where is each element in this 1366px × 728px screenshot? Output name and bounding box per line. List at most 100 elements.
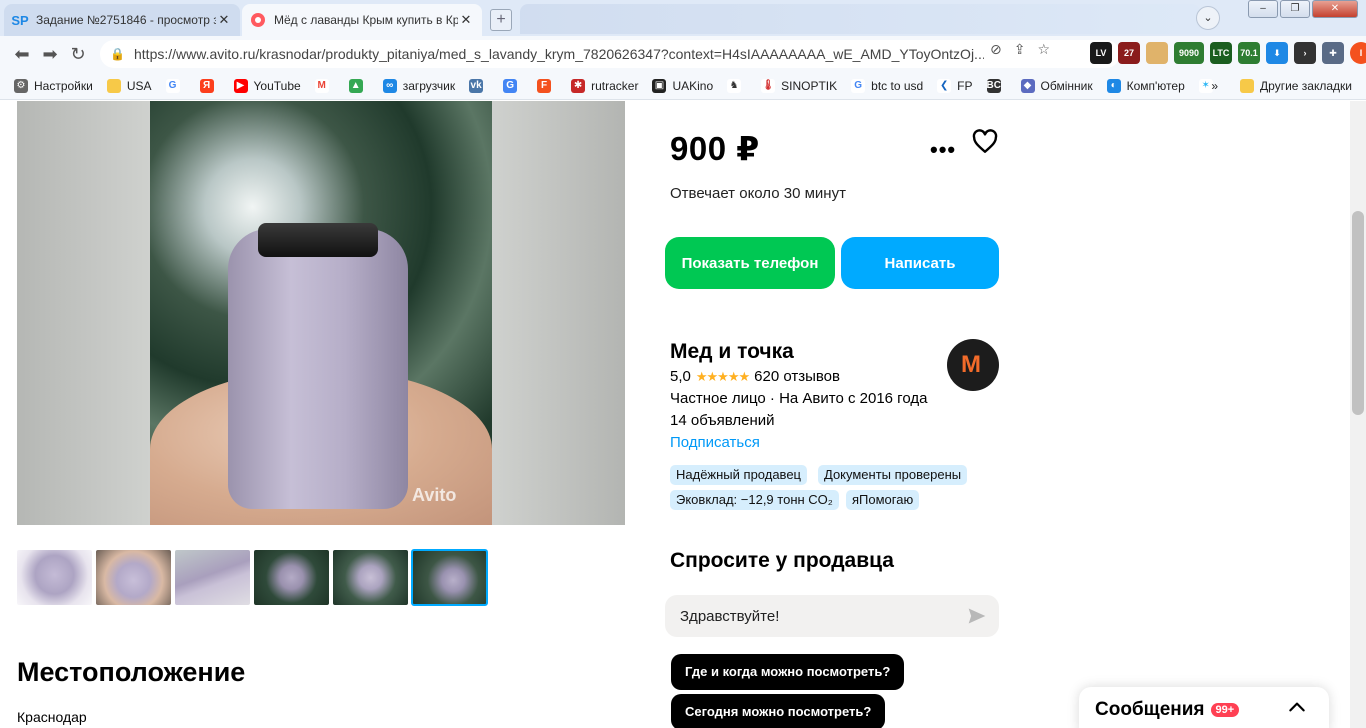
close-tab-icon[interactable]: ✕: [216, 12, 232, 28]
bookmark-item[interactable]: Gbtc to usd: [851, 78, 923, 93]
chess-icon: ♞: [727, 78, 742, 93]
location-heading: Местоположение: [17, 657, 246, 687]
thumbnail[interactable]: [254, 550, 329, 605]
seller-name[interactable]: Мед и точка: [670, 340, 794, 364]
close-tab-icon[interactable]: ✕: [458, 12, 474, 28]
bookmark-item[interactable]: vk: [469, 78, 489, 93]
back-arrow-icon[interactable]: ⬅: [8, 44, 36, 65]
listing-price: 900 ₽: [670, 130, 760, 167]
bookmark-item[interactable]: ▲: [348, 78, 369, 93]
download-icon[interactable]: ⬇: [1266, 42, 1288, 64]
bookmark-item[interactable]: F: [537, 78, 557, 93]
other-bookmarks[interactable]: Другие закладки: [1260, 79, 1352, 93]
extensions-area: LV 27 9090 LTC 70.1 ⬇ › ✚ I ⋮: [1090, 42, 1366, 64]
bookmark-item[interactable]: ◐ Комп'ютер: [1106, 78, 1185, 93]
share-icon[interactable]: ⇪: [1014, 41, 1026, 58]
extension-ltc-price-icon[interactable]: 70.1: [1238, 42, 1260, 64]
extension-27-icon[interactable]: 27: [1118, 42, 1140, 64]
forward-arrow-icon[interactable]: ➡: [36, 44, 64, 65]
rutracker-icon: ✱: [571, 78, 586, 93]
bookmark-item[interactable]: ♞: [727, 78, 747, 93]
lock-icon[interactable]: 🔒: [110, 47, 128, 61]
seller-ads-count[interactable]: 14 объявлений: [670, 412, 775, 429]
bookmark-item[interactable]: ◆ Обмінник: [1020, 78, 1093, 93]
thumbnail[interactable]: [96, 550, 171, 605]
bookmark-item[interactable]: ▣ UAKino: [652, 78, 713, 93]
bookmark-item[interactable]: M: [314, 78, 335, 93]
puzzle-icon[interactable]: ✚: [1322, 42, 1344, 64]
terminal-icon[interactable]: ›: [1294, 42, 1316, 64]
subscribe-link[interactable]: Подписаться: [670, 434, 760, 451]
bookmark-item[interactable]: 🌡 SINOPTIK: [761, 78, 837, 93]
bookmark-item[interactable]: USA: [106, 78, 152, 93]
scrollbar-thumb[interactable]: [1352, 211, 1364, 415]
send-icon[interactable]: [967, 606, 987, 626]
show-phone-button[interactable]: Показать телефон: [665, 237, 835, 289]
bookmarks-overflow: » Другие закладки: [1211, 79, 1352, 93]
favorite-heart-icon[interactable]: [972, 129, 998, 155]
chevron-more-icon[interactable]: »: [1211, 79, 1218, 93]
avito-favicon-icon: [250, 12, 266, 28]
bookmark-item[interactable]: G: [165, 78, 186, 93]
photo-gallery[interactable]: Avito: [17, 101, 625, 525]
badge-documents-verified[interactable]: Документы проверены: [818, 465, 968, 485]
fp-icon: ❮: [937, 78, 952, 93]
browser-tab-active[interactable]: Мёд с лаванды Крым купить в Кр ✕: [242, 4, 482, 36]
blocked-icon[interactable]: ⊘: [990, 41, 1002, 58]
extension-btc-icon[interactable]: 9090: [1174, 42, 1204, 64]
browser-tab[interactable]: SP Задание №2751846 - просмотр з ✕: [4, 4, 240, 36]
quick-question-chip[interactable]: Сегодня можно посмотреть?: [671, 694, 886, 728]
bookmark-item[interactable]: Я: [199, 78, 220, 93]
background-tabs: [520, 4, 1200, 34]
thumbnail[interactable]: [17, 550, 92, 605]
bookmark-item[interactable]: G: [503, 78, 523, 93]
minimize-icon[interactable]: –: [1248, 0, 1278, 18]
badge-reliable-seller[interactable]: Надёжный продавец: [670, 465, 807, 485]
extension-ltc-icon[interactable]: LTC: [1210, 42, 1232, 64]
close-window-icon[interactable]: ✕: [1312, 0, 1358, 18]
more-options-icon[interactable]: •••: [930, 137, 956, 163]
thumbnail-selected[interactable]: [411, 549, 488, 606]
maximize-icon[interactable]: ❐: [1280, 0, 1310, 18]
yandex-icon: Я: [199, 78, 214, 93]
seller-rating[interactable]: 5,0 ★★★★★ 620 отзывов: [670, 368, 840, 385]
quick-question-chip[interactable]: Где и когда можно посмотреть?: [671, 654, 905, 690]
badge-i-help[interactable]: яПомогаю: [846, 490, 920, 510]
reviews-count[interactable]: 620 отзывов: [754, 368, 840, 385]
bookmark-star-icon[interactable]: ☆: [1037, 41, 1050, 58]
chevron-up-icon[interactable]: [1287, 697, 1307, 717]
bookmark-item[interactable]: ✱ rutracker: [571, 78, 638, 93]
bookmark-item[interactable]: ∞ загрузчик: [382, 78, 455, 93]
profile-avatar[interactable]: I: [1350, 42, 1366, 64]
write-message-button[interactable]: Написать: [841, 237, 999, 289]
thumbnail[interactable]: [175, 550, 250, 605]
bookmark-item[interactable]: ❮ FP: [937, 78, 973, 93]
new-tab-button[interactable]: +: [490, 9, 512, 31]
thumbnail[interactable]: [333, 550, 408, 605]
folder-icon: [106, 78, 121, 93]
bookmark-item[interactable]: ⚙ Настройки: [14, 78, 93, 93]
unread-count-badge: 99+: [1210, 703, 1240, 717]
folder-icon: [1240, 79, 1255, 93]
bookmark-item[interactable]: BC: [986, 78, 1007, 93]
url-text[interactable]: https://www.avito.ru/krasnodar/produkty_…: [134, 46, 984, 62]
gear-icon: ⚙: [14, 78, 28, 93]
translate-icon: G: [503, 78, 518, 93]
sp-favicon-icon: SP: [11, 12, 29, 28]
extension-lv-icon[interactable]: LV: [1090, 42, 1112, 64]
omnibox[interactable]: 🔒 https://www.avito.ru/krasnodar/produkt…: [100, 40, 1120, 68]
page-scrollbar[interactable]: [1350, 101, 1366, 728]
main-photo[interactable]: Avito: [150, 101, 492, 525]
tab-search-icon[interactable]: ⌄: [1196, 6, 1220, 30]
badge-eco-contribution[interactable]: Эковклад: −12,9 тонн CO₂: [670, 490, 839, 510]
seller-avatar[interactable]: М: [947, 339, 999, 391]
bookmark-item[interactable]: ▶ YouTube: [233, 78, 301, 93]
bc-icon: BC: [986, 78, 1001, 93]
extension-face-icon[interactable]: [1146, 42, 1168, 64]
reload-icon[interactable]: ↻: [64, 44, 92, 65]
computer-icon: ◐: [1106, 78, 1121, 93]
gmail-icon: M: [314, 78, 329, 93]
messages-panel[interactable]: Сообщения 99+: [1079, 687, 1329, 728]
message-input-text[interactable]: Здравствуйте!: [680, 608, 779, 625]
message-input[interactable]: Здравствуйте!: [665, 595, 999, 637]
